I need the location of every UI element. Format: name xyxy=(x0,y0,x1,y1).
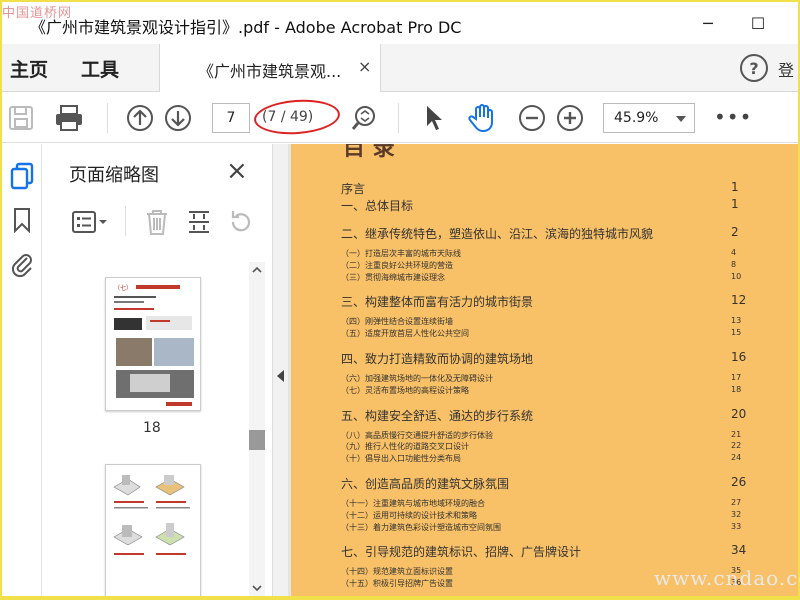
toolbar-divider xyxy=(398,103,399,133)
toc-subsection: （十三）着力建筑色彩设计塑造城市空间氛围 xyxy=(341,522,501,532)
toc-page-number: 17 xyxy=(731,373,742,382)
tab-bar: 主页 工具 《广州市建筑景观... × ? 登 xyxy=(2,44,798,92)
thumbnail-scrollbar[interactable] xyxy=(249,262,265,596)
save-icon[interactable] xyxy=(5,102,37,134)
toc-section: 二、继承传统特色，塑造依山、沿江、滨海的独特城市风貌 xyxy=(341,227,654,241)
toc-page-number: 15 xyxy=(731,328,742,338)
scrollbar-thumb[interactable] xyxy=(249,430,265,450)
more-tools-icon[interactable]: ••• xyxy=(714,105,752,129)
page-thumbnail-19[interactable] xyxy=(105,464,201,596)
toc-subsection: （十一）注重建筑与城市地域环境的融合 xyxy=(341,499,485,508)
chevron-down-icon xyxy=(676,116,686,122)
toc-page-number: 34 xyxy=(731,543,747,558)
zoom-level-select[interactable]: 45.9% xyxy=(603,103,695,133)
zoom-in-icon[interactable] xyxy=(554,102,586,134)
close-tab-icon[interactable]: × xyxy=(358,57,371,76)
toc-section: 一、总体目标 xyxy=(341,199,414,213)
toc-subsection: （五）适度开放首层人性化公共空间 xyxy=(341,329,469,339)
left-rail xyxy=(2,144,42,596)
watermark-bottom-right: www.cndao.com xyxy=(654,566,800,590)
thumbnail-options-icon[interactable] xyxy=(69,206,113,238)
svg-text:（七）: （七） xyxy=(114,284,132,292)
toc-page-number: 32 xyxy=(731,509,742,519)
panel-title: 页面缩略图 xyxy=(69,165,159,186)
title-bar: 中国道桥网 《广州市建筑景观设计指引》.pdf - Adobe Acrobat … xyxy=(2,2,798,44)
toc-page-number: 1 xyxy=(731,180,739,194)
toc-subsection: （七）灵活布置场地的高程设计策略 xyxy=(341,385,469,395)
tab-tools[interactable]: 工具 xyxy=(81,55,119,82)
toc-page-number: 10 xyxy=(731,271,742,281)
toc-page-number: 1 xyxy=(731,197,739,211)
toc-subsection: （三）贯彻海绵城市建设理念 xyxy=(341,272,445,282)
toc-page-number: 2 xyxy=(731,225,739,239)
document-page: 目 录 序言 1 一、总体目标 1 二、继承传统特色，塑造依山、沿江、滨海的独特城市风貌… xyxy=(291,144,798,596)
toc-page-number: 13 xyxy=(731,316,742,326)
page-thumbnail-18[interactable]: （七） xyxy=(105,277,201,411)
toc-subsection: （四）刚弹性结合设置连续街墙 xyxy=(341,317,453,327)
app-window: 中国道桥网 《广州市建筑景观设计指引》.pdf - Adobe Acrobat … xyxy=(2,2,798,596)
toc-subsection: （六）加强建筑场地的一体化及无障碍设计 xyxy=(341,374,493,383)
bookmark-icon[interactable] xyxy=(8,206,36,234)
toc-page-number: 18 xyxy=(731,384,742,394)
thumbnail-page-number: 18 xyxy=(143,420,161,436)
next-page-icon[interactable] xyxy=(162,102,194,134)
maximize-button[interactable]: ☐ xyxy=(738,10,778,36)
toc-section: 序言 xyxy=(341,182,366,196)
toc-section: 三、构建整体而富有活力的城市街景 xyxy=(341,295,534,310)
toc-heading: 目 录 xyxy=(343,144,395,161)
toc-section: 六、创造高品质的建筑文脉氛围 xyxy=(341,477,510,491)
toc-page-number: 26 xyxy=(731,475,747,489)
zoom-search-icon[interactable] xyxy=(348,102,380,134)
previous-page-icon[interactable] xyxy=(124,102,156,134)
select-cursor-icon[interactable] xyxy=(418,102,450,134)
extract-pages-icon[interactable] xyxy=(183,206,215,238)
window-title: 《广州市建筑景观设计指引》.pdf - Adobe Acrobat Pro DC xyxy=(30,18,462,37)
toc-page-number: 12 xyxy=(731,293,747,308)
minimize-button[interactable]: ─ xyxy=(688,10,728,36)
close-panel-icon[interactable]: × xyxy=(226,156,248,186)
tab-home[interactable]: 主页 xyxy=(10,55,48,82)
toc-page-number: 33 xyxy=(731,521,742,531)
toc-page-number: 22 xyxy=(731,441,742,451)
toc-page-number: 27 xyxy=(731,498,742,507)
document-view[interactable]: 目 录 序言 1 一、总体目标 1 二、继承传统特色，塑造依山、沿江、滨海的独特城市风貌… xyxy=(288,144,798,596)
panel-collapse-handle[interactable] xyxy=(273,144,288,596)
annotation-circle xyxy=(252,97,342,137)
toc-section: 五、构建安全舒适、通达的步行系统 xyxy=(341,408,534,423)
page-number-input[interactable]: 7 xyxy=(212,103,250,133)
toc-page-number: 8 xyxy=(731,259,737,269)
toc-page-number: 24 xyxy=(731,453,742,463)
toc-section: 四、致力打造精致而协调的建筑场地 xyxy=(341,352,534,366)
toc-subsection: （十二）运用可持续的设计技术和策略 xyxy=(341,510,477,520)
toc-page-number: 16 xyxy=(731,350,747,364)
thumbnails-panel: 页面缩略图 × （七） 18 xyxy=(43,144,273,596)
tab-document-label: 《广州市建筑景观... xyxy=(198,62,342,81)
toc-subsection: （八）高品质慢行交通提升舒适的步行体验 xyxy=(341,430,493,440)
toolbar: 7 (7 / 49) 45.9% ••• xyxy=(2,93,798,143)
toc-section: 七、引导规范的建筑标识、招牌、广告牌设计 xyxy=(341,545,582,560)
chevron-left-icon xyxy=(277,370,284,382)
panel-divider xyxy=(125,206,126,236)
hand-tool-icon[interactable] xyxy=(466,102,498,134)
toolbar-divider xyxy=(107,103,108,133)
zoom-out-icon[interactable] xyxy=(516,102,548,134)
toc-page-number: 21 xyxy=(731,429,742,439)
toc-page-number: 20 xyxy=(731,406,747,421)
toc-page-number: 4 xyxy=(731,248,737,257)
rotate-page-icon[interactable] xyxy=(225,206,257,238)
tab-document[interactable]: 《广州市建筑景观... × xyxy=(159,44,381,92)
toc-subsection: （九）推行人性化的道路交叉口设计 xyxy=(341,442,469,452)
sign-in-button[interactable]: 登 xyxy=(778,57,794,81)
toc-subsection: （十）倡导出入口功能性分类布局 xyxy=(341,454,461,464)
print-icon[interactable] xyxy=(53,102,85,134)
zoom-level-value: 45.9% xyxy=(614,110,659,126)
help-button[interactable]: ? xyxy=(740,54,768,82)
toc-subsection: （二）注重良好公共环境的营造 xyxy=(341,260,453,270)
toc-subsection: （一）打造层次丰富的城市天际线 xyxy=(341,249,461,258)
attachment-icon[interactable] xyxy=(8,250,36,278)
page-thumbnails-icon[interactable] xyxy=(8,162,36,190)
delete-page-icon[interactable] xyxy=(141,206,173,238)
